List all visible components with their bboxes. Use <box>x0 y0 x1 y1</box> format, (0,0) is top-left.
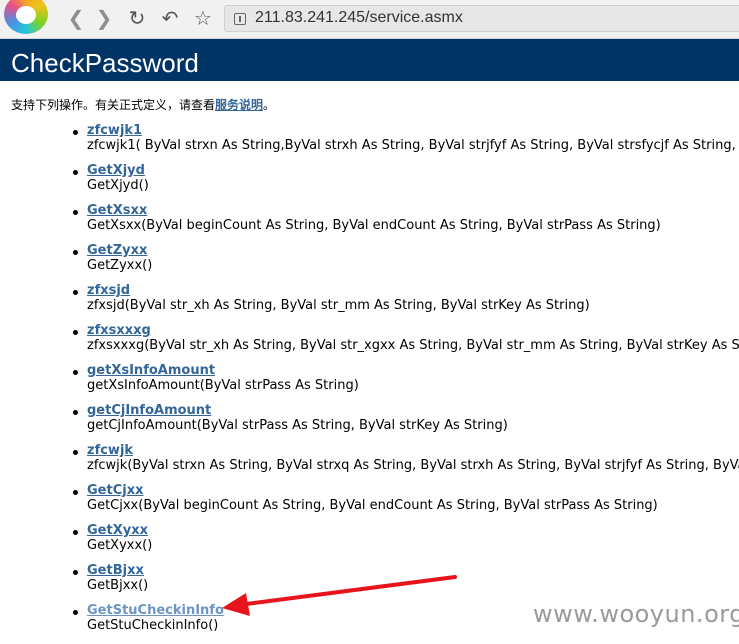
annotation-arrow <box>222 575 457 616</box>
watermark: www.wooyun.org <box>533 600 739 628</box>
